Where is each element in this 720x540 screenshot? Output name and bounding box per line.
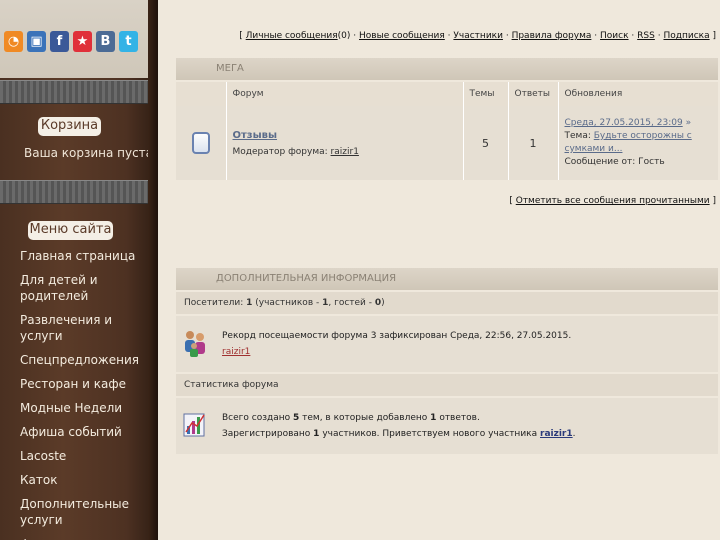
last-author-label: Сообщение от: — [564, 157, 636, 167]
private-messages-count: (0) — [337, 31, 351, 41]
last-topic-label: Тема: — [564, 131, 591, 141]
stats-text: . — [572, 429, 576, 439]
visitors-bar: Посетители: 1 (участников - 1, гостей - … — [176, 292, 718, 314]
menu-item[interactable]: Каток — [20, 472, 145, 488]
rss-icon[interactable]: ◔ — [4, 31, 23, 52]
vkontakte-icon[interactable]: B — [96, 31, 115, 52]
menu-item[interactable]: Развлечения и услуги — [20, 312, 145, 344]
menu-title: Меню сайта — [28, 221, 113, 240]
stats-topics: 5 — [293, 413, 300, 423]
header-replies: Ответы — [507, 82, 558, 106]
new-posts-link[interactable]: Новые сообщения — [359, 31, 445, 41]
menu-item[interactable]: Спецпредложения — [20, 352, 145, 368]
menu-item[interactable]: Ресторан и кафе — [20, 376, 145, 392]
forum-main: [ Личные сообщения(0) · Новые сообщения … — [160, 0, 720, 540]
visitors-count: 1 — [246, 298, 253, 308]
cart-empty-text: Ваша корзина пуста — [24, 146, 154, 160]
forum-info-cell: Отзывы Модератор форума: raizir1 — [225, 106, 463, 180]
header-topics: Темы — [462, 82, 508, 106]
sidebar: ◔ ▣ f ★ Bt Корзина Ваша корзина пуста Меню с… — [0, 0, 158, 540]
twitter-icon[interactable]: t — [119, 31, 138, 52]
stats-text: ответов. — [439, 413, 480, 423]
visitors-detail: ) — [381, 298, 385, 308]
moderator-link[interactable]: raizir1 — [331, 147, 359, 157]
sidebar-divider — [0, 180, 158, 204]
stats-text: Всего создано — [222, 413, 291, 423]
record-row: Рекорд посещаемости форума 3 зафиксирова… — [176, 316, 718, 372]
forum-name-link[interactable]: Отзывы — [233, 130, 278, 141]
stats-text: участников. Приветствуем нового участник… — [322, 429, 538, 439]
newest-member-link[interactable]: raizir1 — [540, 429, 573, 439]
last-author: Гость — [638, 157, 665, 167]
stats-line-1: Всего создано 5 тем, в которые добавлено… — [222, 410, 576, 426]
goto-arrow-icon[interactable]: » — [686, 118, 692, 128]
forum-table: Форум Темы Ответы Обновления Отзывы Моде… — [176, 82, 718, 180]
menu-item[interactable]: Афиша событий — [20, 424, 145, 440]
stats-row: Всего создано 5 тем, в которые добавлено… — [176, 398, 718, 454]
menu-item[interactable]: Модные Недели — [20, 400, 145, 416]
forum-icon-cell — [176, 106, 226, 180]
facebook-icon[interactable]: f — [50, 31, 69, 52]
forum-row: Отзывы Модератор форума: raizir1 5 1 Сре… — [176, 106, 718, 180]
statistics-icon — [183, 413, 205, 437]
header-forum: Форум — [225, 82, 463, 106]
stats-line-2: Зарегистрировано 1 участников. Приветств… — [222, 426, 576, 442]
sidebar-divider — [0, 80, 158, 104]
mark-read-link[interactable]: Отметить все сообщения прочитанными — [516, 196, 710, 206]
top-links: [ Личные сообщения(0) · Новые сообщения … — [239, 31, 716, 41]
record-user-link[interactable]: raizir1 — [222, 347, 250, 357]
star-icon[interactable]: ★ — [73, 31, 92, 52]
record-text: Рекорд посещаемости форума 3 зафиксирова… — [222, 331, 572, 341]
menu-item[interactable]: Главная страница — [20, 248, 145, 264]
users-icon — [185, 331, 205, 357]
replies-count: 1 — [507, 106, 558, 180]
social-icons: ◔ ▣ f ★ Bt — [4, 31, 138, 52]
stats-label: Статистика форума — [176, 374, 718, 396]
delicious-icon[interactable]: ▣ — [27, 31, 46, 52]
search-link[interactable]: Поиск — [600, 31, 629, 41]
menu-item[interactable]: Для детей и родителей — [20, 272, 145, 304]
visitors-detail: , гостей - — [328, 298, 373, 308]
stats-text: Зарегистрировано — [222, 429, 311, 439]
rules-link[interactable]: Правила форума — [512, 31, 592, 41]
subscribe-link[interactable]: Подписка — [663, 31, 709, 41]
visitors-label: Посетители: — [184, 298, 244, 308]
users-link[interactable]: Участники — [453, 31, 503, 41]
visitors-detail: (участников - — [255, 298, 320, 308]
site-menu: Главная страница Для детей и родителей Раз… — [20, 248, 145, 540]
social-bar: ◔ ▣ f ★ Bt — [0, 0, 158, 78]
last-update-cell: Среда, 27.05.2015, 23:09 » Тема: Будьте … — [557, 106, 718, 180]
extra-info-title: Дополнительная информация — [176, 268, 718, 290]
last-update-date-link[interactable]: Среда, 27.05.2015, 23:09 — [565, 118, 683, 128]
category-title: МЕГА — [176, 58, 718, 80]
forum-folder-icon — [191, 132, 210, 154]
menu-item[interactable]: Lacoste — [20, 448, 145, 464]
stats-text: тем, в которые добавлено — [302, 413, 428, 423]
private-messages-link[interactable]: Личные сообщения — [246, 31, 338, 41]
mark-read-wrap: [ Отметить все сообщения прочитанными ] — [509, 196, 716, 206]
stats-members: 1 — [313, 429, 320, 439]
rss-link[interactable]: RSS — [637, 31, 655, 41]
menu-item[interactable]: Дополнительные услуги — [20, 496, 145, 528]
menu-item[interactable]: форум — [20, 536, 145, 540]
stats-replies: 1 — [430, 413, 437, 423]
header-icon-col — [176, 82, 226, 106]
cart-title: Корзина — [38, 117, 101, 136]
moderator-label: Модератор форума: — [232, 146, 328, 157]
forum-table-header: Форум Темы Ответы Обновления — [176, 82, 718, 106]
header-updates: Обновления — [557, 82, 718, 106]
topics-count: 5 — [462, 106, 508, 180]
